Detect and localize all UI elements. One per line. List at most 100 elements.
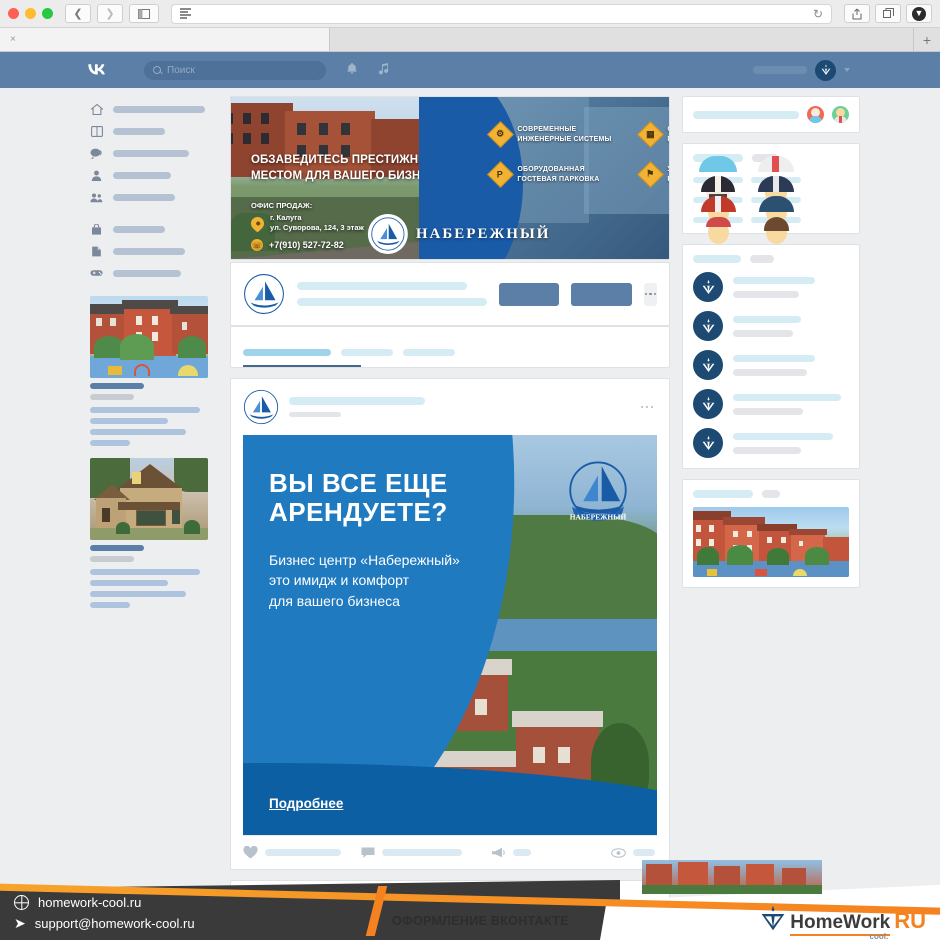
sailboat-logo-icon xyxy=(371,217,405,251)
back-button[interactable]: ❮ xyxy=(65,4,91,23)
more-options-button[interactable] xyxy=(643,282,657,306)
browser-tab[interactable]: × xyxy=(0,28,330,51)
banner-phone-row[interactable]: ☏ +7(910) 527-72-82 xyxy=(251,239,344,251)
minimize-window-button[interactable] xyxy=(25,8,36,19)
like-button[interactable] xyxy=(243,846,353,859)
link-row[interactable] xyxy=(693,311,849,341)
post-promo-image[interactable]: ВЫ ВСЕ ЕЩЕ АРЕНДУЕТЕ? Бизнес центр «Набе… xyxy=(243,435,657,835)
link-row[interactable] xyxy=(693,272,849,302)
right-sidebar xyxy=(682,96,860,920)
promo-headline-line1: ВЫ ВСЕ ЕЩЕ xyxy=(269,468,448,498)
apartment-complex-photo[interactable] xyxy=(90,296,208,378)
tab-wall[interactable] xyxy=(243,349,331,356)
link-text xyxy=(733,354,849,376)
search-input[interactable]: Поиск xyxy=(144,60,326,80)
link-row[interactable] xyxy=(693,428,849,458)
music-note-icon xyxy=(378,63,389,75)
footer-website-row[interactable]: homework-cool.ru xyxy=(14,895,141,910)
group-members-card xyxy=(682,143,860,244)
homework-shield-logo xyxy=(761,905,785,931)
group-sailboat-logo[interactable] xyxy=(243,273,285,315)
banner-headline-line2: МЕСТОМ ДЛЯ ВАШЕГО БИЗНЕСА xyxy=(251,169,445,182)
footer-logo[interactable]: HomeWork cool. RU xyxy=(760,904,926,940)
sidebar-toggle-button[interactable] xyxy=(129,4,159,23)
address-bar[interactable]: ↻ xyxy=(171,3,832,24)
promo-cta-link[interactable]: Подробнее xyxy=(269,796,343,811)
secondary-action-button[interactable] xyxy=(571,282,632,306)
tab-photos[interactable] xyxy=(403,349,455,356)
friend-avatar-2[interactable] xyxy=(832,106,849,123)
globe-icon xyxy=(14,895,29,910)
share-button[interactable] xyxy=(844,4,870,23)
sidebar-item-news[interactable] xyxy=(90,120,218,142)
banner-feature: P ОБОРУДОВАННАЯ ГОСТЕВАЯ ПАРКОВКА xyxy=(487,161,599,189)
reload-icon[interactable]: ↻ xyxy=(813,7,823,21)
vk-logo[interactable] xyxy=(84,62,114,78)
main-content-column: ОБЗАВЕДИТЕСЬ ПРЕСТИЖНЫМ МЕСТОМ ДЛЯ ВАШЕГ… xyxy=(230,96,670,920)
sidebar-item-label xyxy=(113,247,185,255)
close-window-button[interactable] xyxy=(8,8,19,19)
more-options-icon xyxy=(644,292,648,296)
tabs-overview-icon xyxy=(882,8,894,18)
sidebar-photo-card[interactable] xyxy=(90,458,218,608)
photo-text-bar xyxy=(90,440,130,446)
reader-mode-icon[interactable] xyxy=(180,8,191,19)
sidebar-item-profile[interactable] xyxy=(90,164,218,186)
sidebar-item-messages[interactable] xyxy=(90,142,218,164)
post-more-options-button[interactable] xyxy=(640,405,653,409)
tabs-overview-button[interactable] xyxy=(875,4,901,23)
stone-house-photo[interactable] xyxy=(90,458,208,540)
user-avatar-badge[interactable] xyxy=(815,59,836,81)
forward-button[interactable]: ❯ xyxy=(97,4,123,23)
sailboat-badge-icon xyxy=(693,311,723,341)
sidebar-item-documents[interactable] xyxy=(90,240,218,262)
banner-brand-name: НАБЕРЕЖНЫЙ xyxy=(415,225,551,242)
sidebar-item-home[interactable] xyxy=(90,98,218,120)
tab-close-icon[interactable]: × xyxy=(10,34,16,45)
new-tab-button[interactable]: + xyxy=(914,28,940,51)
photo-text-bar xyxy=(90,407,200,413)
messages-icon xyxy=(90,148,103,159)
footer-email-row[interactable]: ➤ support@homework-cool.ru xyxy=(14,915,195,932)
group-cover-banner[interactable]: ОБЗАВЕДИТЕСЬ ПРЕСТИЖНЫМ МЕСТОМ ДЛЯ ВАШЕГ… xyxy=(230,96,670,260)
music-button[interactable] xyxy=(378,62,390,78)
vk-user-menu[interactable] xyxy=(753,59,850,81)
sidebar-item-label xyxy=(113,149,189,157)
download-button[interactable]: ▼ xyxy=(906,4,932,23)
group-desc-placeholder xyxy=(297,298,487,306)
apartment-row-photo[interactable] xyxy=(693,507,849,577)
chevron-down-icon[interactable] xyxy=(844,68,850,72)
photos-title-placeholder xyxy=(693,490,753,498)
window-traffic-lights[interactable] xyxy=(8,8,59,19)
parking-icon: P xyxy=(487,161,515,189)
tab-info[interactable] xyxy=(341,349,393,356)
primary-action-button[interactable] xyxy=(499,282,560,306)
sidebar-item-market[interactable] xyxy=(90,218,218,240)
sidebar-photo-card[interactable] xyxy=(90,296,218,446)
wall-post: ВЫ ВСЕ ЕЩЕ АРЕНДУЕТЕ? Бизнес центр «Набе… xyxy=(230,378,670,870)
sidebar-item-friends[interactable] xyxy=(90,186,218,208)
friends-online-card[interactable] xyxy=(682,96,860,133)
footer-email[interactable]: support@homework-cool.ru xyxy=(35,916,195,931)
banner-office-label: ОФИС ПРОДАЖ: xyxy=(251,201,313,210)
banner-feature: ⚙ СОВРЕМЕННЫЕ ИНЖЕНЕРНЫЕ СИСТЕМЫ xyxy=(487,121,611,149)
comment-button[interactable] xyxy=(361,846,483,859)
promo-logo-icon: НАБЕРЕЖНЫЙ xyxy=(569,461,627,522)
friend-avatar-1[interactable] xyxy=(807,106,824,123)
share-button[interactable] xyxy=(491,847,603,859)
post-author-placeholder xyxy=(289,397,425,405)
links-title-placeholder xyxy=(693,255,741,263)
promo-headline-line2: АРЕНДУЕТЕ? xyxy=(269,496,448,527)
sidebar-item-games[interactable] xyxy=(90,262,218,284)
post-author-sailboat-avatar[interactable] xyxy=(243,389,279,425)
sidebar-nav xyxy=(90,96,218,284)
link-row[interactable] xyxy=(693,350,849,380)
banner-headline: ОБЗАВЕДИТЕСЬ ПРЕСТИЖНЫМ МЕСТОМ ДЛЯ ВАШЕГ… xyxy=(251,153,445,184)
left-sidebar xyxy=(90,96,218,920)
maximize-window-button[interactable] xyxy=(42,8,53,19)
link-row[interactable] xyxy=(693,389,849,419)
post-meta xyxy=(289,397,631,417)
notifications-bell-button[interactable] xyxy=(346,62,358,78)
footer-website[interactable]: homework-cool.ru xyxy=(38,895,141,910)
banner-address: г. Калуга ул. Суворова, 124, 3 этаж xyxy=(248,213,364,233)
